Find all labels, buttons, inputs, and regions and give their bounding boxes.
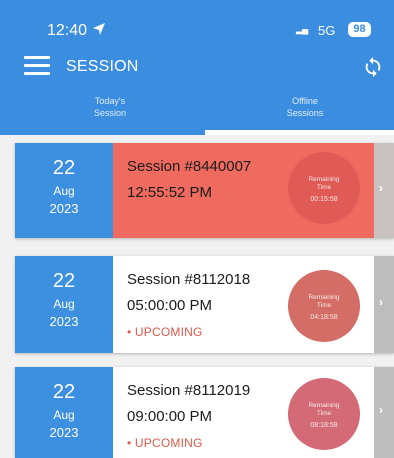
tab-indicator xyxy=(205,130,394,135)
date-month: Aug xyxy=(53,297,75,311)
tab-todays-session[interactable]: Today's Session xyxy=(55,95,165,135)
date-block: 22 Aug 2023 xyxy=(15,367,113,458)
session-time: 09:00:00 PM xyxy=(127,408,213,425)
chevron-right-icon: › xyxy=(379,181,383,195)
tab-label-line1: Offline xyxy=(292,96,318,106)
network-type: 5G xyxy=(318,23,336,38)
date-block: 22 Aug 2023 xyxy=(15,143,113,238)
session-card[interactable]: 22 Aug 2023 Session #8112019 09:00:00 PM… xyxy=(15,367,394,458)
session-title: Session #8112019 xyxy=(127,382,251,399)
session-title: Session #8440007 xyxy=(127,158,252,175)
date-year: 2023 xyxy=(49,425,79,440)
status-time: 12:40 xyxy=(47,22,88,39)
sync-icon[interactable] xyxy=(362,56,384,78)
tab-label-line2: Sessions xyxy=(286,108,324,118)
status-bar: 12:40 ▂▄ 5G 98 xyxy=(0,0,394,42)
page-title: SESSION xyxy=(66,58,139,75)
session-status: • UPCOMING xyxy=(127,436,203,450)
date-day: 22 xyxy=(52,381,76,403)
location-arrow-icon xyxy=(93,23,105,35)
session-status: • UPCOMING xyxy=(127,325,203,339)
remaining-time-badge: Remaining Time 08:18:58 xyxy=(288,378,360,450)
session-card[interactable]: 22 Aug 2023 Session #8440007 12:55:52 PM… xyxy=(15,143,394,238)
battery-icon: 98 xyxy=(348,22,371,37)
app-header: 12:40 ▂▄ 5G 98 SESSION Today's Session O… xyxy=(0,0,394,135)
timer-label: Remaining xyxy=(308,176,340,183)
open-session-button[interactable]: › xyxy=(374,367,394,458)
session-title: Session #8112018 xyxy=(127,271,251,288)
open-session-button[interactable]: › xyxy=(374,143,394,238)
timer-label: Time xyxy=(316,410,332,417)
signal-icon: ▂▄ xyxy=(296,24,308,34)
session-time: 05:00:00 PM xyxy=(127,297,213,314)
tab-offline-sessions[interactable]: Offline Sessions xyxy=(250,95,360,135)
date-month: Aug xyxy=(53,408,75,422)
app-bar: SESSION xyxy=(0,50,394,90)
chevron-right-icon: › xyxy=(379,294,383,309)
timer-value: 00:15:58 xyxy=(310,196,338,203)
timer-label: Time xyxy=(316,184,332,191)
open-session-button[interactable]: › xyxy=(374,256,394,353)
tab-label-line2: Session xyxy=(93,108,127,118)
date-year: 2023 xyxy=(49,314,79,329)
date-day: 22 xyxy=(52,157,76,179)
session-card[interactable]: 22 Aug 2023 Session #8112018 05:00:00 PM… xyxy=(15,256,394,353)
date-year: 2023 xyxy=(49,201,79,216)
remaining-time-badge: Remaining Time 04:18:58 xyxy=(288,270,360,342)
timer-value: 04:18:58 xyxy=(310,314,338,321)
remaining-time-badge: Remaining Time 00:15:58 xyxy=(288,152,360,224)
chevron-right-icon: › xyxy=(379,403,383,418)
date-block: 22 Aug 2023 xyxy=(15,256,113,353)
timer-label: Remaining xyxy=(308,402,340,409)
timer-label: Time xyxy=(316,302,332,309)
hamburger-menu-icon[interactable] xyxy=(24,55,50,77)
session-time: 12:55:52 PM xyxy=(127,184,213,201)
tab-bar: Today's Session Offline Sessions xyxy=(0,95,394,135)
tab-label-line1: Today's xyxy=(94,96,126,106)
date-month: Aug xyxy=(53,184,75,198)
timer-label: Remaining xyxy=(308,294,340,301)
date-day: 22 xyxy=(52,270,76,292)
timer-value: 08:18:58 xyxy=(310,422,338,429)
